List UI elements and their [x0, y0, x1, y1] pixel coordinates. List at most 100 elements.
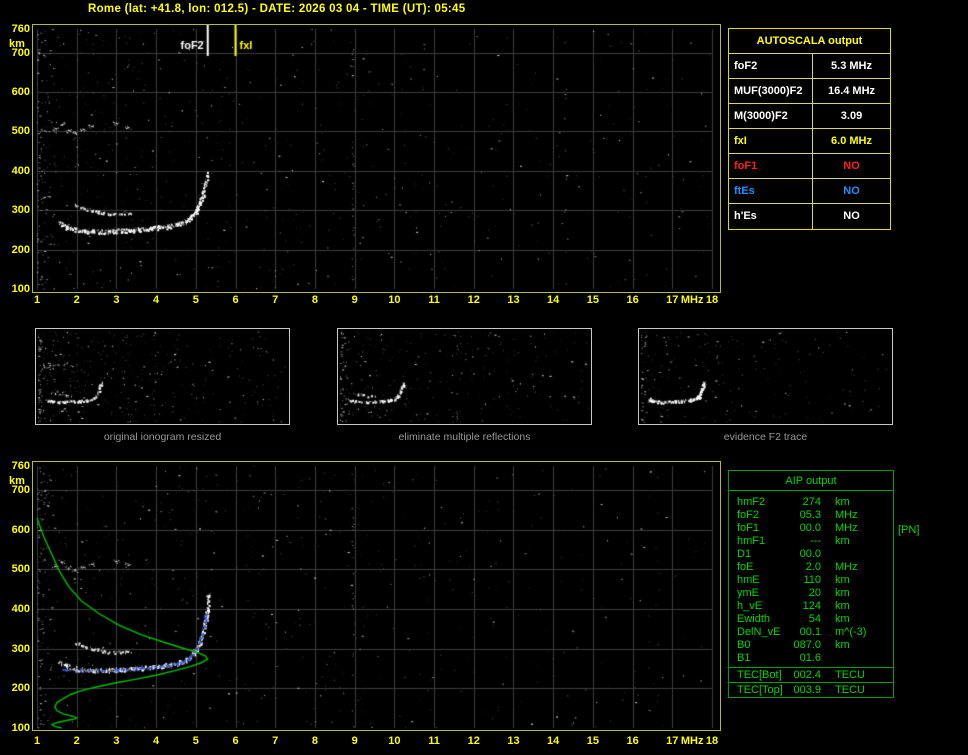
aip-unit: km — [835, 639, 850, 651]
aip-label: Ewidth — [737, 613, 771, 625]
x-tick-label: 9 — [351, 294, 358, 306]
aip-unit: km — [835, 587, 850, 599]
aip-table-title: AIP output — [729, 471, 893, 491]
x-tick-label: 1 — [33, 294, 41, 306]
y-tick-label: 500 — [11, 563, 30, 576]
x-tick-label: 6 — [232, 294, 239, 306]
aip-row-tec-top: TEC[Top] 003.9 TECU — [729, 683, 893, 697]
row-label: MUF(3000)F2 — [729, 79, 813, 103]
table-row-muf3000f2: MUF(3000)F2 16.4 MHz — [729, 79, 890, 104]
x-tick-label: 10 — [388, 294, 401, 306]
thumbnail-eliminate-canvas — [338, 329, 591, 424]
row-label: h'Es — [729, 204, 813, 229]
aip-row-hmf1: hmF1 --- km — [729, 535, 893, 548]
autoscala-output-table: AUTOSCALA output foF2 5.3 MHz MUF(3000)F… — [728, 28, 891, 230]
y-axis-unit: km — [9, 475, 25, 487]
aip-value: 002.4 — [793, 669, 821, 681]
row-value: 6.0 MHz — [831, 135, 872, 147]
row-value: 16.4 MHz — [827, 85, 876, 97]
x-tick-label: 12 — [467, 735, 480, 747]
aip-row-hmf2: hmF2 274 km — [729, 496, 893, 509]
x-tick-label: 16 — [626, 294, 639, 306]
thumbnail-caption: original ionogram resized — [103, 431, 222, 443]
table-row-fxi: fxI 6.0 MHz — [729, 129, 890, 154]
autoscala-window: Rome (lat: +41.8, lon: 012.5) - DATE: 20… — [0, 0, 968, 755]
top-ionogram-chart — [32, 24, 721, 293]
x-tick-label: 14 — [547, 294, 560, 306]
x-tick-label: 12 — [467, 294, 480, 306]
x-tick-label: 14 — [547, 735, 560, 747]
aip-label: hmF2 — [737, 496, 766, 508]
x-tick-label: 2 — [73, 735, 80, 747]
aip-unit: m^(-3) — [835, 626, 867, 638]
x-tick-label: 15 — [586, 735, 599, 747]
thumbnail-eliminate-reflections — [337, 328, 592, 425]
top-chart-x-axis: 1 2 3 4 5 6 7 8 9 10 11 12 13 14 15 16 17 18 MHz — [33, 294, 720, 308]
aip-unit: km — [835, 574, 850, 586]
x-axis-unit: MHz — [680, 294, 704, 306]
x-tick-label: 17 — [666, 294, 679, 306]
aip-table-body: hmF2 274 km foF2 05.3 MHz foF1 00.0 MHz hmF1 --… — [729, 491, 893, 667]
table-row-ftes: ftEs NO — [729, 179, 890, 204]
aip-unit: km — [835, 535, 850, 547]
aip-row-tec-bot: TEC[Bot] 002.4 TECU — [729, 668, 893, 682]
thumbnail-caption: evidence F2 trace — [723, 431, 808, 443]
aip-output-table: AIP output hmF2 274 km foF2 05.3 MHz foF1 00.… — [728, 470, 894, 698]
top-chart-y-axis: 760 700 600 500 400 300 200 100 km — [2, 23, 31, 295]
row-label: M(3000)F2 — [729, 104, 813, 128]
x-tick-label: 15 — [586, 294, 599, 306]
y-tick-label: 100 — [11, 283, 30, 295]
aip-row-b1: B1 01.6 — [729, 652, 893, 665]
thumbnail-evidence-f2 — [638, 328, 893, 425]
aip-unit: TECU — [835, 669, 865, 681]
y-tick-label: 300 — [11, 642, 30, 655]
aip-row-ewidth: Ewidth 54 km — [729, 613, 893, 626]
aip-unit: MHz — [835, 522, 858, 534]
table-row-fof2: foF2 5.3 MHz — [729, 54, 890, 79]
y-tick-label: 300 — [11, 204, 30, 217]
thumbnail-original-canvas — [36, 329, 289, 424]
x-tick-label: 8 — [311, 735, 318, 747]
aip-label: ymE — [737, 587, 759, 599]
x-tick-label: 3 — [113, 294, 120, 306]
thumbnail-caption: eliminate multiple reflections — [398, 431, 531, 443]
aip-label: TEC[Top] — [737, 684, 783, 696]
aip-row-hme: hmE 110 km — [729, 574, 893, 587]
aip-value: 110 — [803, 574, 821, 586]
aip-value: 087.0 — [793, 639, 821, 651]
row-value: 5.3 MHz — [831, 60, 872, 72]
thumbnail-evidence-canvas — [639, 329, 892, 424]
aip-label: hmF1 — [737, 535, 766, 547]
y-tick-label: 600 — [11, 86, 30, 99]
aip-value: 00.0 — [799, 522, 821, 534]
aip-value: 01.6 — [799, 652, 821, 664]
x-tick-label: 18 — [705, 735, 719, 747]
station-date-title: Rome (lat: +41.8, lon: 012.5) - DATE: 20… — [88, 3, 466, 15]
row-label: ftEs — [729, 179, 813, 203]
aip-value: 00.0 — [799, 548, 821, 560]
aip-row-yme: ymE 20 km — [729, 587, 893, 600]
y-axis-unit: km — [9, 38, 25, 50]
x-tick-label: 11 — [428, 735, 440, 747]
aip-label: B1 — [737, 652, 751, 664]
aip-value: 00.1 — [799, 626, 821, 638]
y-tick-label: 200 — [11, 243, 30, 256]
y-tick-label: 100 — [11, 722, 30, 734]
y-tick-label: 400 — [11, 164, 30, 177]
x-tick-label: 4 — [153, 735, 160, 747]
row-label: foF1 — [729, 154, 813, 178]
x-tick-label: 10 — [388, 735, 401, 747]
aip-unit: km — [835, 600, 850, 612]
x-axis-unit: MHz — [680, 735, 704, 747]
x-tick-label: 13 — [507, 735, 520, 747]
row-value: NO — [843, 185, 860, 197]
x-tick-label: 1 — [33, 735, 41, 747]
aip-label: hmE — [737, 574, 760, 586]
aip-label: DelN_vE — [737, 626, 781, 638]
y-tick-label: 760 — [11, 460, 30, 472]
aip-row-fof2: foF2 05.3 MHz — [729, 509, 893, 522]
x-tick-label: 9 — [351, 735, 358, 747]
aip-label: TEC[Bot] — [737, 669, 782, 681]
aip-row-fof1: foF1 00.0 MHz — [729, 522, 893, 535]
x-tick-label: 6 — [232, 735, 239, 747]
